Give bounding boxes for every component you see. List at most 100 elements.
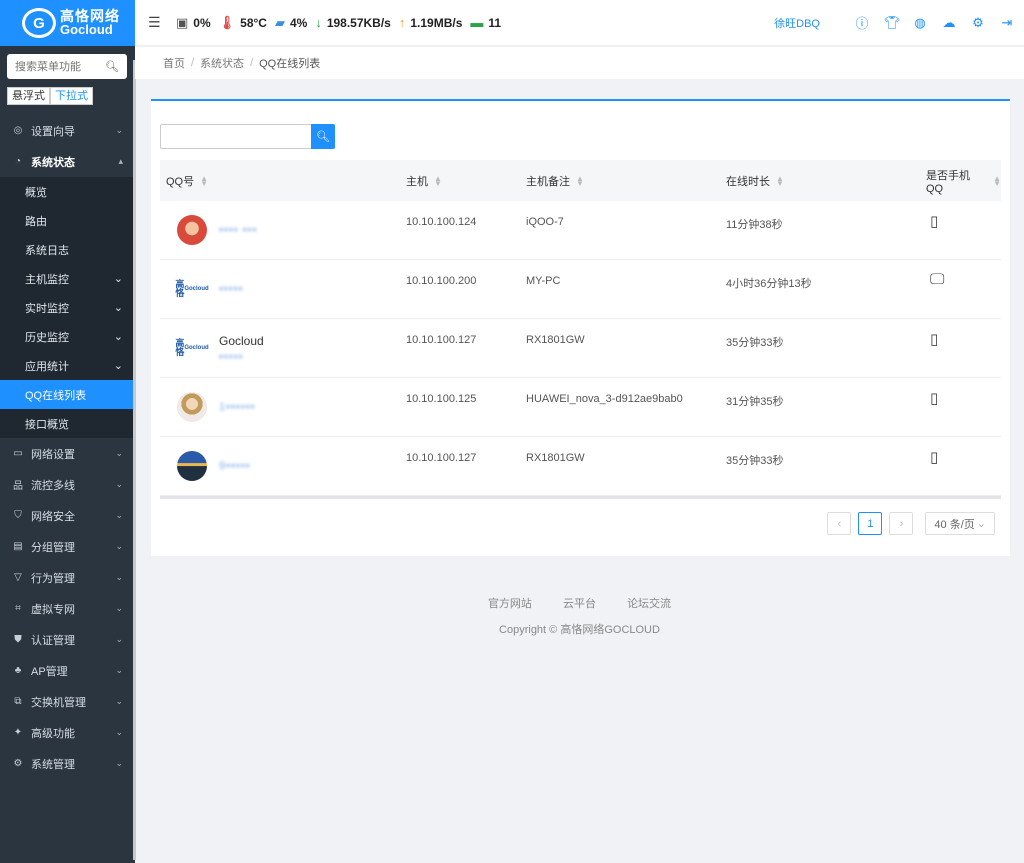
sidebar-item-auth-management[interactable]: ⛊ 认证管理 ⌄ [0,624,135,655]
footer-link-cloud[interactable]: 云平台 [563,598,596,610]
sidebar-item-system-management[interactable]: ⚙ 系统管理 ⌄ [0,748,135,779]
page-size-select[interactable]: 40 条/页 ⌄ [925,512,995,535]
sidebar-item-label: 历史监控 [25,331,69,344]
info-icon[interactable]: ⓘ [855,13,869,32]
sidebar-item-switch-management[interactable]: ⧉ 交换机管理 ⌄ [0,686,135,717]
chevron-down-icon: ⌄ [115,727,123,737]
sidebar-item-label: 网络安全 [31,510,75,523]
sidebar-item-system-status[interactable]: ◔ 系统状态 ▴ [0,146,135,177]
sidebar-item-advanced[interactable]: ✦ 高级功能 ⌄ [0,717,135,748]
host-ip: 10.10.100.127 [406,334,477,346]
sidebar-sub-realtime-monitor[interactable]: 实时监控 ⌄ [0,293,135,322]
sort-icon[interactable]: ▲ ▼ [776,174,784,187]
prev-page-button[interactable]: ‹ [827,512,852,535]
group-icon: ▤ [13,541,23,552]
footer-link-forum[interactable]: 论坛交流 [627,598,671,610]
brand-logo[interactable]: G 高恪网络 Gocloud [0,0,135,46]
sort-icon[interactable]: ▲ ▼ [434,174,442,187]
footer-link-official[interactable]: 官方网站 [488,598,532,610]
menu-search: 🔍︎ [7,54,127,79]
breadcrumb: 首页 / 系统状态 / QQ在线列表 [135,47,1024,79]
sidebar-item-ap-management[interactable]: ♣ AP管理 ⌄ [0,655,135,686]
table-row[interactable]: ▪▪▪▪ ▪▪▪ 10.10.100.124 iQOO-7 11分钟38秒 ▯ [160,201,1001,260]
filter-icon: ▽ [14,572,22,583]
breadcrumb-system-status[interactable]: 系统状态 [200,55,244,71]
sort-icon[interactable]: ▲ ▼ [200,174,208,187]
collapse-menu-icon[interactable]: ☰ [148,14,162,31]
qq-search-input[interactable] [160,124,311,149]
qq-number: ▪▪▪▪▪ [219,283,244,295]
chevron-down-icon: ⌄ [113,360,123,372]
chevron-down-icon: ⌄ [115,665,123,675]
gear-icon[interactable]: ⚙ [971,15,985,31]
chevron-down-icon: ⌄ [113,331,123,343]
sort-icon[interactable]: ▲ ▼ [576,174,584,187]
host-ip: 10.10.100.125 [406,393,477,405]
sidebar-scrollbar[interactable] [133,60,136,860]
column-label: 是否手机QQ [926,169,970,195]
host-note: RX1801GW [526,452,585,464]
table-search: 🔍︎ [160,124,335,149]
table-horizontal-scrollbar[interactable] [160,496,1001,499]
search-icon: 🔍︎ [316,131,330,143]
sidebar-item-network-settings[interactable]: ▭ 网络设置 ⌄ [0,438,135,469]
sidebar-sub-app-stats[interactable]: 应用统计 ⌄ [0,351,135,380]
sidebar-sub-interface-overview[interactable]: 接口概览 [0,409,135,438]
search-icon[interactable]: 🔍︎ [105,60,119,73]
chevron-down-icon: ⌄ [115,479,123,489]
sidebar-sub-history-monitor[interactable]: 历史监控 ⌄ [0,322,135,351]
mobile-phone-icon: ▯ [930,331,939,348]
download-value: 198.57KB/s [326,15,391,30]
cloud-upload-icon[interactable]: ☁ [942,15,956,31]
chevron-down-icon: ⌄ [115,572,123,582]
sidebar-sub-qq-online[interactable]: QQ在线列表 [0,380,135,409]
column-duration[interactable]: 在线时长 ▲ ▼ [720,173,920,189]
column-host-note[interactable]: 主机备注 ▲ ▼ [520,173,720,189]
brand-name-en: Gocloud [60,22,113,37]
ap-icon: ♣ [14,665,22,676]
sidebar-sub-syslog[interactable]: 系统日志 [0,235,135,264]
sidebar-item-vpn[interactable]: ⌗ 虚拟专网 ⌄ [0,593,135,624]
menu-search-input[interactable] [15,60,106,73]
logout-icon[interactable]: ⇥ [1000,15,1014,31]
chevron-down-icon: ⌄ [113,273,123,285]
mode-float-button[interactable]: 悬浮式 [7,87,50,105]
sort-icon[interactable]: ▲ ▼ [993,174,1001,187]
column-host[interactable]: 主机 ▲ ▼ [400,173,520,189]
column-mobile[interactable]: 是否手机QQ ▲ ▼ [920,167,1001,195]
desktop-pc-icon: 🖵︎ [930,271,945,288]
globe-icon[interactable]: ◍ [913,15,927,31]
sidebar-item-label: 应用统计 [25,360,69,373]
table-header: QQ号 ▲ ▼ 主机 ▲ ▼ 主机备注 ▲ ▼ 在线时长 ▲ ▼ 是否手机QQ ▲ ▼ [160,160,1001,201]
sidebar-item-label: 分组管理 [31,541,75,554]
breadcrumb-home[interactable]: 首页 [163,55,185,71]
table-row[interactable]: 9▪▪▪▪▪ 10.10.100.127 RX1801GW 35分钟33秒 ▯ [160,437,1001,496]
sidebar-sub-route[interactable]: 路由 [0,206,135,235]
sidebar-sub-overview[interactable]: 概览 [0,177,135,206]
column-qq[interactable]: QQ号 ▲ ▼ [160,173,400,189]
logo-mark-icon: G [22,8,56,38]
page-button-current[interactable]: 1 [858,512,883,535]
sidebar-item-group-management[interactable]: ▤ 分组管理 ⌄ [0,531,135,562]
sidebar-item-setup-wizard[interactable]: ◎ 设置向导 ⌄ [0,115,135,146]
next-page-button[interactable]: › [889,512,914,535]
user-name[interactable]: 徐旺DBQ [774,15,820,31]
sidebar-item-label: 行为管理 [31,572,75,585]
host-note: iQOO-7 [526,216,564,228]
memory-stat: ▰ 4% [275,15,307,31]
sidebar-item-behavior-management[interactable]: ▽ 行为管理 ⌄ [0,562,135,593]
page-size-value: 40 条/页 [934,518,975,531]
mode-dropdown-button[interactable]: 下拉式 [50,87,93,105]
sidebar-item-network-security[interactable]: ⛉ 网络安全 ⌄ [0,500,135,531]
sidebar-sub-host-monitor[interactable]: 主机监控 ⌄ [0,264,135,293]
theme-shirt-icon[interactable]: 👕︎ [884,15,901,31]
sidebar-item-flow-control[interactable]: 品流控多线 ⌄ [0,469,135,500]
chevron-down-icon: ⌄ [115,758,123,768]
search-button[interactable]: 🔍︎ [311,124,335,149]
download-stat: ↓ 198.57KB/s [315,15,391,30]
host-ip: 10.10.100.127 [406,452,477,464]
sidebar-item-label: 主机监控 [25,273,69,286]
table-row[interactable]: 高恪 Gocloud ▪▪▪▪▪ 10.10.100.200 MY-PC 4小时36… [160,260,1001,319]
table-row[interactable]: 高恪 Gocloud Gocloud ▪▪▪▪▪ 10.10.100.127 RX18… [160,319,1001,378]
table-row[interactable]: 1▪▪▪▪▪▪ 10.10.100.125 HUAWEI_nova_3-d912… [160,378,1001,437]
